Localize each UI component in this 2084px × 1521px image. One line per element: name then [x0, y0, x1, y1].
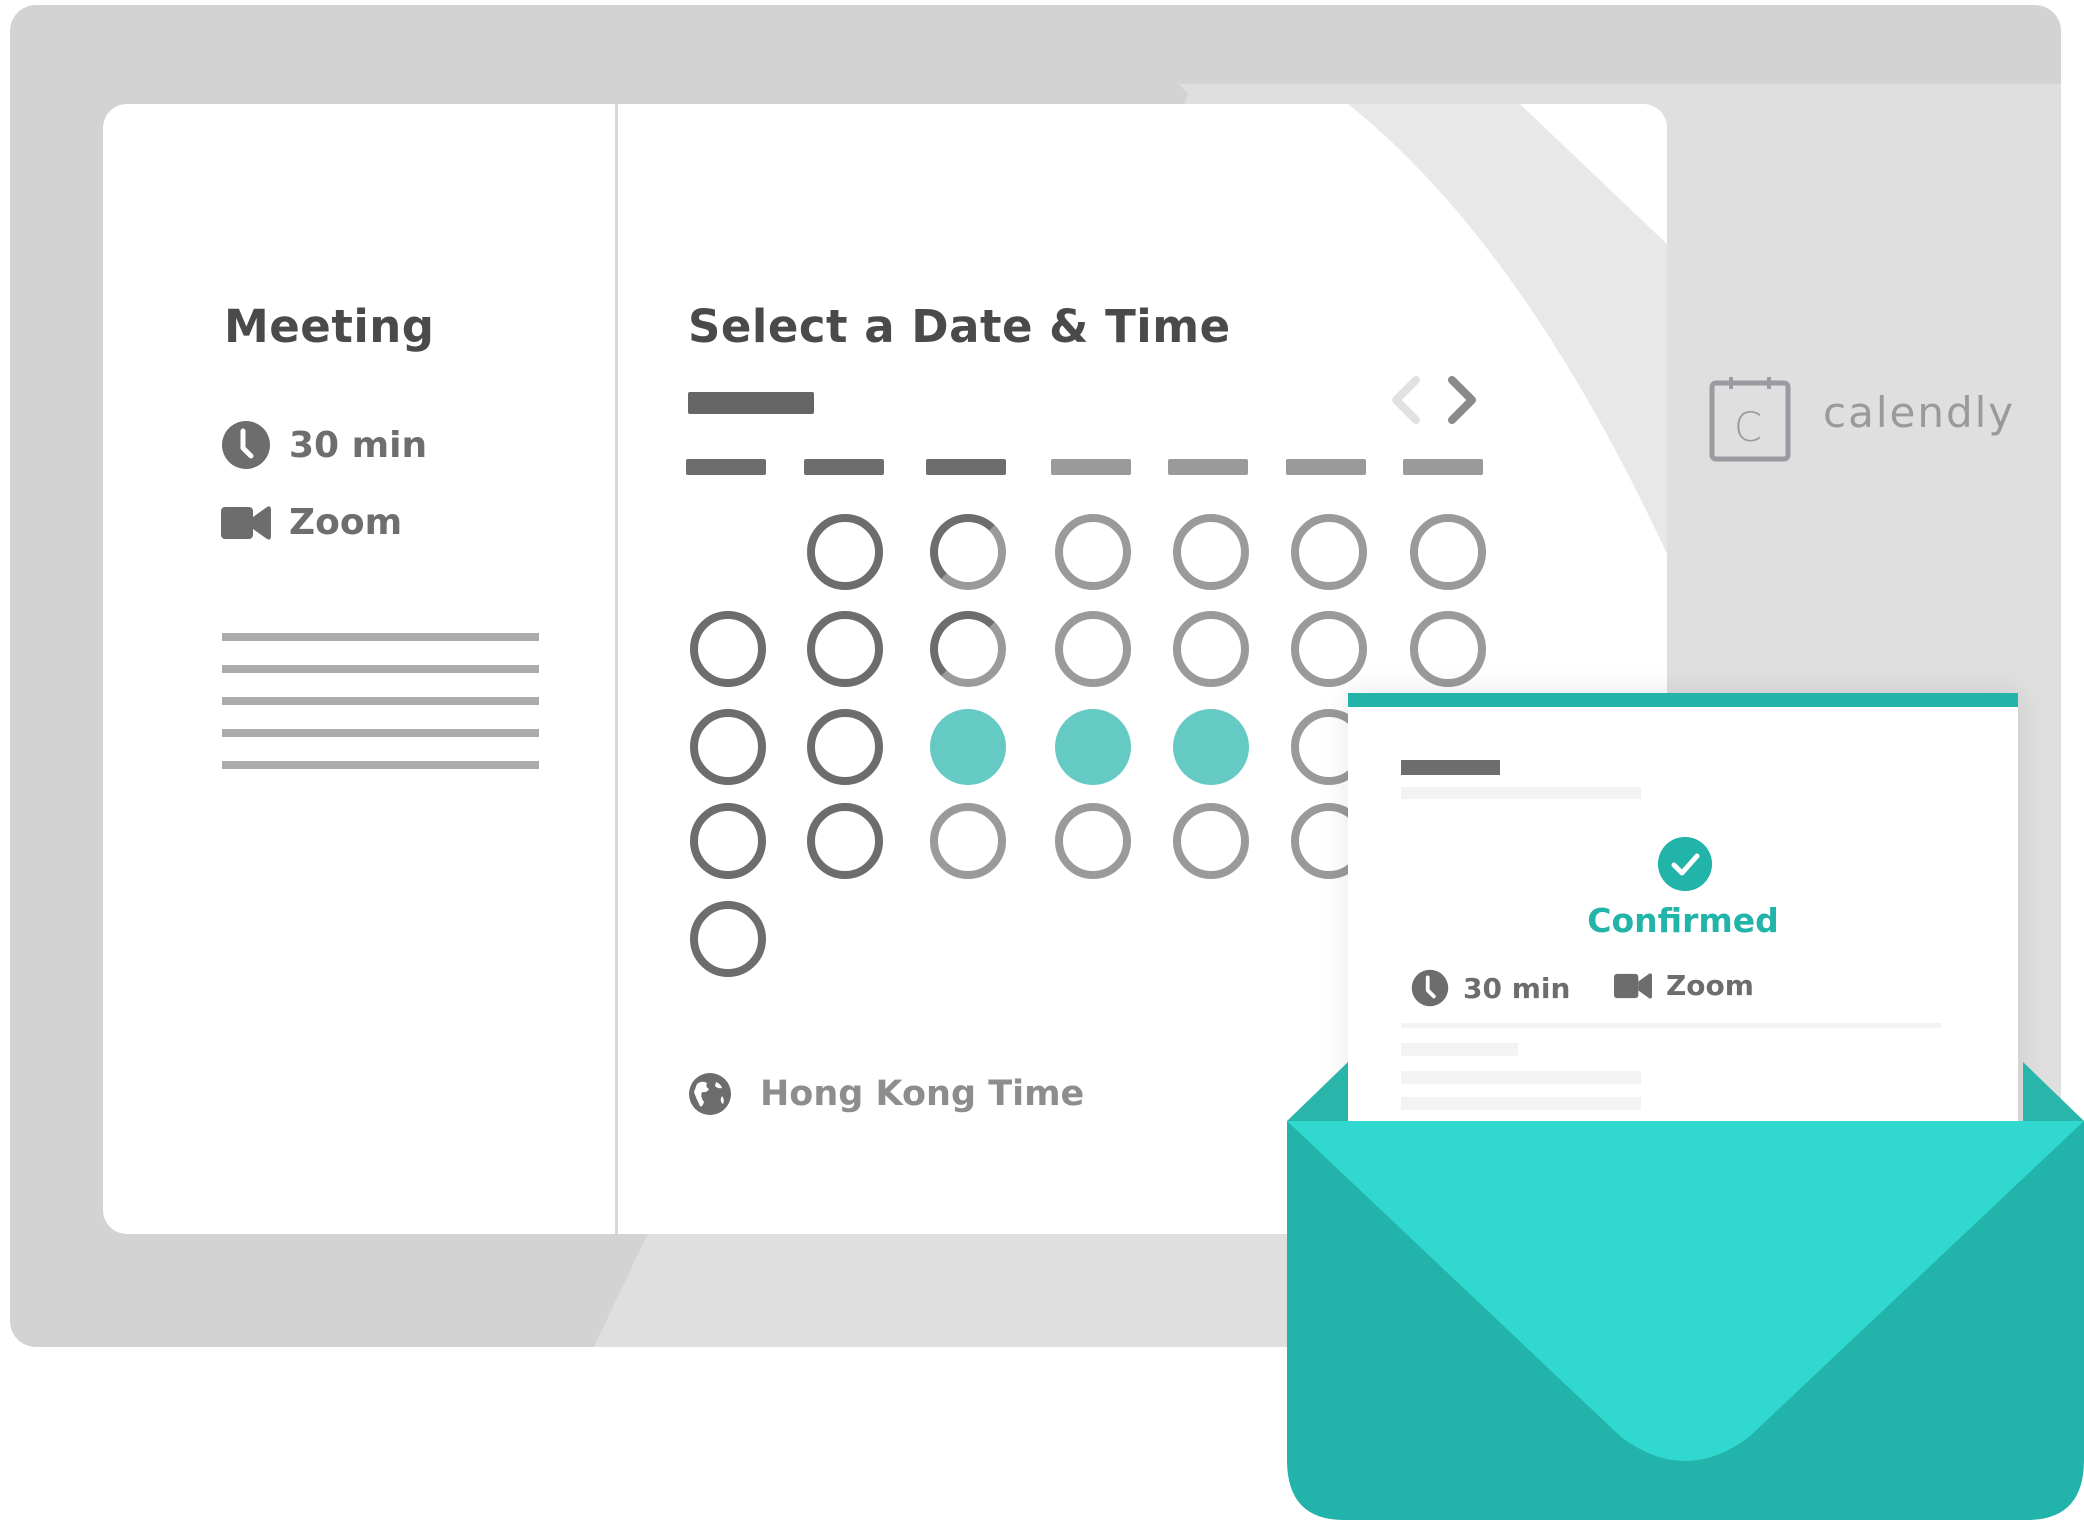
email-heading-placeholder — [1401, 760, 1500, 775]
calendar-day — [807, 611, 883, 687]
calendar-day[interactable] — [930, 611, 1006, 687]
calendar-day[interactable] — [1291, 514, 1367, 590]
weekday-header — [1168, 459, 1248, 475]
calendar-day[interactable] — [1173, 803, 1249, 879]
description-line — [222, 665, 539, 673]
video-camera-icon — [221, 505, 271, 540]
calendar-day-selected[interactable] — [1055, 709, 1131, 785]
calendar-day-selected[interactable] — [930, 709, 1006, 785]
calendar-day[interactable] — [930, 514, 1006, 590]
timezone-selector[interactable]: Hong Kong Time — [688, 1072, 1084, 1116]
video-camera-icon — [1614, 972, 1652, 999]
clock-icon — [222, 421, 270, 469]
check-circle-icon — [1658, 837, 1712, 891]
weekday-header — [1286, 459, 1366, 475]
calendar-day[interactable] — [1173, 514, 1249, 590]
confirmation-duration: 30 min — [1411, 969, 1570, 1007]
calendar-day — [807, 514, 883, 590]
confirmation-status: Confirmed — [1587, 901, 1779, 940]
confirmation-location-text: Zoom — [1666, 969, 1754, 1002]
scheduler-title: Select a Date & Time — [688, 300, 1231, 353]
calendar-day[interactable] — [1410, 611, 1486, 687]
calendar-day[interactable] — [930, 803, 1006, 879]
envelope-icon — [1287, 1062, 2084, 1520]
email-subheading-placeholder — [1401, 787, 1641, 799]
timezone-text: Hong Kong Time — [760, 1074, 1085, 1114]
weekday-header — [804, 459, 884, 475]
calendar-day[interactable] — [1055, 803, 1131, 879]
logo-icon-letter: C — [1734, 405, 1762, 451]
description-line — [222, 633, 539, 641]
weekday-header — [926, 459, 1006, 475]
calendar-day — [690, 901, 766, 977]
event-location-text: Zoom — [289, 502, 403, 543]
description-line — [222, 729, 539, 737]
calendar-day — [690, 709, 766, 785]
weekday-header — [1051, 459, 1131, 475]
calendar-day-selected[interactable] — [1173, 709, 1249, 785]
event-title: Meeting — [224, 300, 435, 353]
description-line — [222, 697, 539, 705]
weekday-header — [1403, 459, 1483, 475]
calendar-day — [690, 803, 766, 879]
calendar-day — [807, 709, 883, 785]
panel-divider — [615, 104, 618, 1234]
confirmation-duration-text: 30 min — [1463, 971, 1571, 1005]
calendar-day[interactable] — [1173, 611, 1249, 687]
chevron-right-icon[interactable] — [1444, 374, 1484, 426]
calendar-day[interactable] — [1055, 611, 1131, 687]
event-duration: 30 min — [221, 420, 427, 470]
chevron-left-icon[interactable] — [1384, 374, 1424, 426]
email-divider — [1401, 1023, 1941, 1028]
calendar-day[interactable] — [1291, 611, 1367, 687]
calendar-day — [807, 803, 883, 879]
calendar-day — [690, 611, 766, 687]
confirmation-accent-bar — [1348, 693, 2018, 707]
clock-icon — [1411, 969, 1449, 1007]
description-line — [222, 761, 539, 769]
globe-icon — [689, 1073, 731, 1115]
weekday-header — [686, 459, 766, 475]
calendar-day[interactable] — [1055, 514, 1131, 590]
month-label-placeholder — [688, 392, 814, 414]
event-duration-text: 30 min — [289, 424, 428, 466]
confirmation-location: Zoom — [1614, 969, 1754, 1002]
calendar-day[interactable] — [1410, 514, 1486, 590]
logo-text: calendly — [1823, 388, 2016, 437]
event-location: Zoom — [221, 502, 402, 543]
